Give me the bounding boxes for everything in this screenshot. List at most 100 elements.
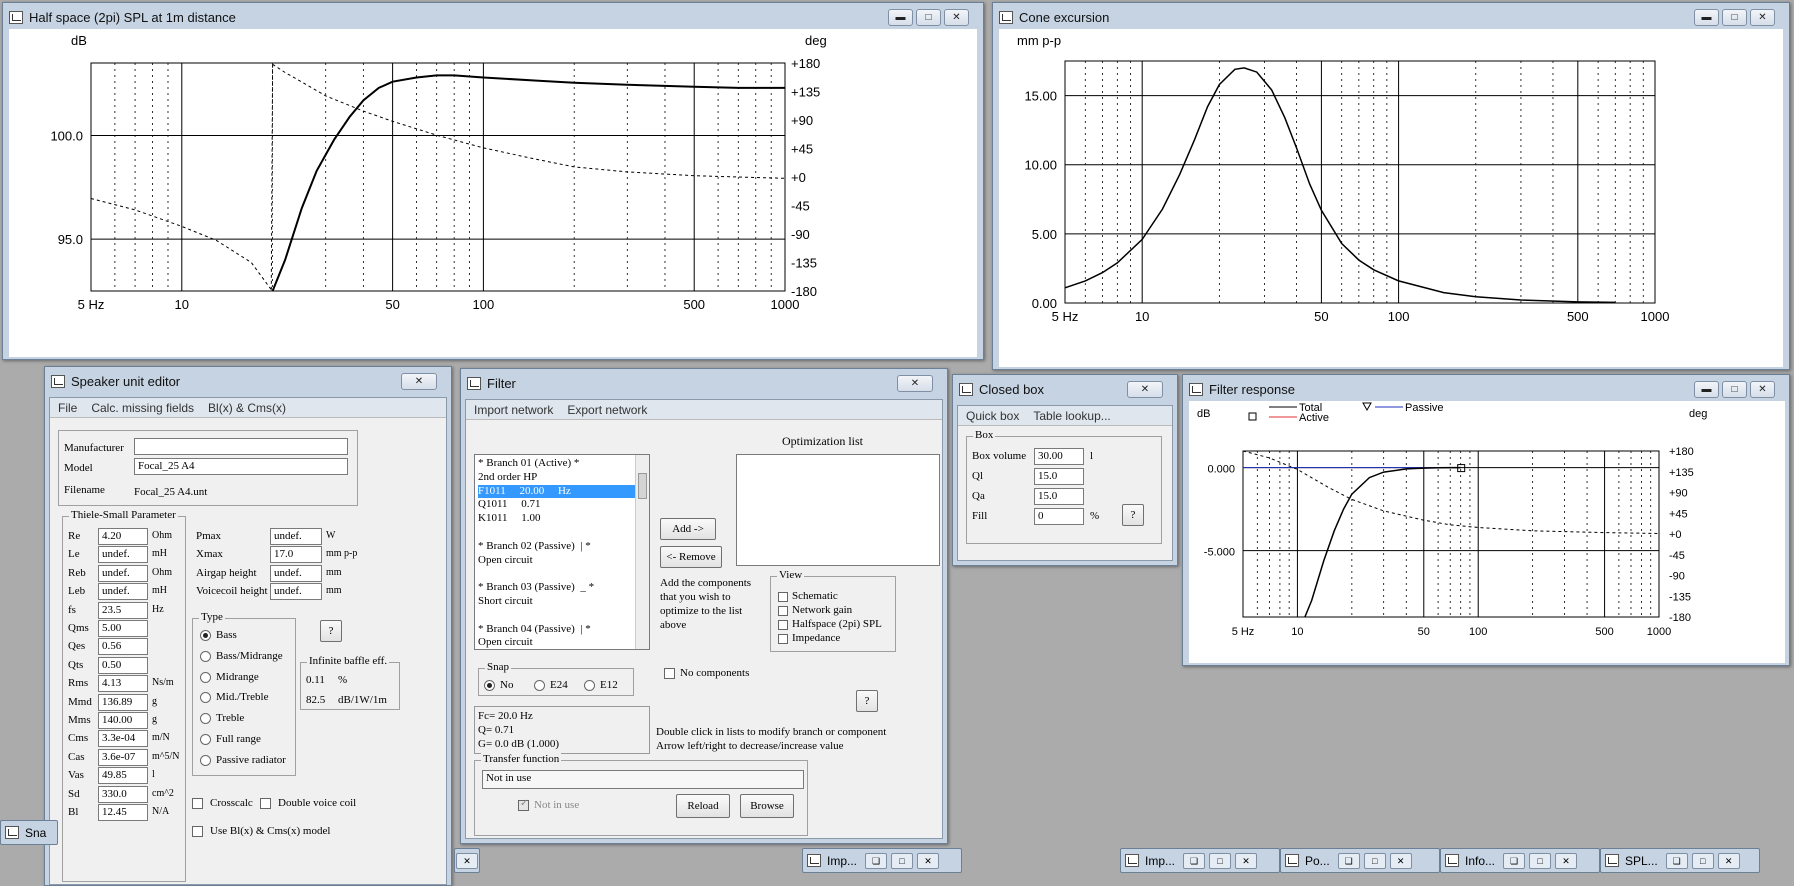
tf-input[interactable]: Not in use xyxy=(482,770,804,789)
remove-button[interactable]: <- Remove xyxy=(660,546,722,568)
menu-export-network[interactable]: Export network xyxy=(567,403,647,417)
taskbar-info[interactable]: Info... ❏ □ ✕ xyxy=(1440,848,1600,873)
branch-list-item[interactable]: * Branch 04 (Passive) | * xyxy=(478,623,649,637)
close-icon[interactable]: ✕ xyxy=(1717,852,1740,869)
param2-input[interactable]: undef. xyxy=(270,564,322,582)
param-bl-input[interactable]: 12.45 xyxy=(98,804,148,821)
param-reb-input[interactable]: undef. xyxy=(98,564,148,582)
menu-quick-box[interactable]: Quick box xyxy=(966,409,1019,423)
view-checkbox-3[interactable] xyxy=(778,634,788,644)
add-button[interactable]: Add -> xyxy=(660,518,716,540)
view-checkbox-1[interactable] xyxy=(778,606,788,616)
close-icon[interactable]: ✕ xyxy=(456,852,478,869)
close-button[interactable]: ✕ xyxy=(897,375,933,392)
close-button[interactable]: ✕ xyxy=(401,373,437,390)
snap-radio-1[interactable] xyxy=(534,680,545,691)
maximize-icon[interactable]: □ xyxy=(1691,852,1714,869)
type-radio-6[interactable] xyxy=(200,754,211,766)
type-radio-1[interactable] xyxy=(200,650,211,662)
restore-icon[interactable]: ❏ xyxy=(1183,852,1206,869)
maximize-button[interactable]: □ xyxy=(916,9,941,26)
param-fs-input[interactable]: 23.5 xyxy=(98,601,148,619)
branch-list-item[interactable]: Open circuit xyxy=(478,636,649,649)
branch-list-item[interactable]: * Branch 03 (Passive) _ * xyxy=(478,581,649,595)
branch-list-item[interactable]: * Branch 02 (Passive) | * xyxy=(478,540,649,554)
branch-list-item[interactable]: F1011 20.00 Hz xyxy=(478,484,635,499)
taskbar-imp-2[interactable]: Imp... ❏ □ ✕ xyxy=(1120,848,1280,873)
branch-list-item[interactable]: 2nd order HP xyxy=(478,471,649,485)
taskbar-item-1[interactable]: ✕ xyxy=(454,848,480,873)
close-icon[interactable]: ✕ xyxy=(1555,852,1578,869)
type-radio-0[interactable] xyxy=(200,630,211,641)
branch-list-item[interactable]: * Branch 01 (Active) * xyxy=(478,457,649,471)
menu-blx-cmsx[interactable]: Bl(x) & Cms(x) xyxy=(208,401,286,415)
param-qms-input[interactable]: 5.00 xyxy=(98,620,148,637)
branch-list[interactable]: * Branch 01 (Active) * 2nd order HP F1011 … xyxy=(474,454,650,650)
snap-radio-0[interactable] xyxy=(484,680,495,691)
minimize-button[interactable]: ▬ xyxy=(1694,9,1719,26)
view-checkbox-0[interactable] xyxy=(778,592,788,602)
box-field-input[interactable]: 30.00 xyxy=(1034,448,1084,465)
cone-titlebar[interactable]: Cone excursion xyxy=(993,3,1789,31)
taskbar-po[interactable]: Po... ❏ □ ✕ xyxy=(1280,848,1440,873)
restore-icon[interactable]: ❏ xyxy=(1337,852,1360,869)
branch-list-item[interactable] xyxy=(478,526,649,540)
restore-icon[interactable]: ❏ xyxy=(1503,852,1526,869)
maximize-icon[interactable]: □ xyxy=(1209,852,1232,869)
crosscalc-checkbox[interactable] xyxy=(192,798,203,809)
manufacturer-input[interactable] xyxy=(134,438,348,455)
branch-list-item[interactable]: Open circuit xyxy=(478,554,649,568)
close-icon[interactable]: ✕ xyxy=(1235,852,1258,869)
model-input[interactable]: Focal_25 A4 xyxy=(134,458,348,475)
box-field-input[interactable]: 15.0 xyxy=(1034,488,1084,505)
restore-icon[interactable]: ❏ xyxy=(865,852,888,869)
reload-button[interactable]: Reload xyxy=(676,794,730,818)
no-components-checkbox[interactable] xyxy=(664,668,675,679)
type-radio-2[interactable] xyxy=(200,671,211,683)
param-le-input[interactable]: undef. xyxy=(98,546,148,564)
menu-table-lookup[interactable]: Table lookup... xyxy=(1033,409,1110,423)
close-icon[interactable]: ✕ xyxy=(1389,852,1412,869)
branch-list-item[interactable] xyxy=(478,609,649,623)
menu-calc-missing[interactable]: Calc. missing fields xyxy=(91,401,194,415)
branch-scrollbar[interactable] xyxy=(635,455,649,649)
filter-help-button[interactable]: ? xyxy=(856,690,878,712)
param-qts-input[interactable]: 0.50 xyxy=(98,656,148,674)
taskbar-spl[interactable]: SPL... ❏ □ ✕ xyxy=(1600,848,1760,873)
param2-input[interactable]: 17.0 xyxy=(270,546,322,564)
browse-button[interactable]: Browse xyxy=(740,794,794,818)
double-vc-checkbox[interactable] xyxy=(260,798,271,809)
tf-not-in-use-checkbox[interactable]: ✓ xyxy=(518,798,529,811)
menu-file[interactable]: File xyxy=(58,401,77,415)
close-button[interactable]: ✕ xyxy=(1127,381,1163,398)
param2-input[interactable]: undef. xyxy=(270,528,322,545)
optimization-list[interactable] xyxy=(736,454,940,566)
close-icon[interactable]: ✕ xyxy=(917,852,940,869)
editor-help-button[interactable]: ? xyxy=(320,620,342,642)
minimize-button[interactable]: ▬ xyxy=(1694,381,1719,398)
maximize-icon[interactable]: □ xyxy=(1529,852,1552,869)
param-cms-input[interactable]: 3.3e-04 xyxy=(98,730,148,748)
close-button[interactable]: ✕ xyxy=(1750,381,1775,398)
branch-list-item[interactable]: K1011 1.00 xyxy=(478,512,649,526)
blx-model-checkbox[interactable] xyxy=(192,826,203,837)
close-button[interactable]: ✕ xyxy=(1750,9,1775,26)
param-qes-input[interactable]: 0.56 xyxy=(98,638,148,656)
maximize-button[interactable]: □ xyxy=(1722,381,1747,398)
taskbar-sna[interactable]: Sna xyxy=(0,820,58,845)
close-button[interactable]: ✕ xyxy=(944,9,969,26)
closed-box-help-button[interactable]: ? xyxy=(1122,504,1144,526)
view-checkbox-2[interactable] xyxy=(778,620,788,630)
type-radio-5[interactable] xyxy=(200,734,211,745)
param-mms-input[interactable]: 140.00 xyxy=(98,712,148,729)
menu-import-network[interactable]: Import network xyxy=(474,403,553,417)
branch-list-item[interactable] xyxy=(478,567,649,581)
taskbar-imp-1[interactable]: Imp... ❏ □ ✕ xyxy=(802,848,962,873)
branch-list-item[interactable]: Short circuit xyxy=(478,595,649,609)
branch-list-item[interactable]: Q1011 0.71 xyxy=(478,498,649,512)
restore-icon[interactable]: ❏ xyxy=(1665,852,1688,869)
param-sd-input[interactable]: 330.0 xyxy=(98,785,148,803)
param-leb-input[interactable]: undef. xyxy=(98,583,148,601)
param-vas-input[interactable]: 49.85 xyxy=(98,767,148,785)
editor-titlebar[interactable]: Speaker unit editor xyxy=(45,367,451,395)
